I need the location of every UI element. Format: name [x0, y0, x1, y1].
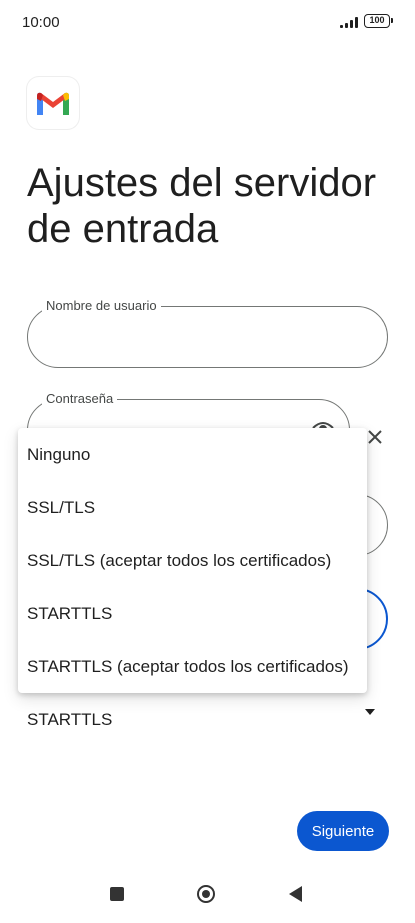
menu-item-ssl-tls-all-certs[interactable]: SSL/TLS (aceptar todos los certificados): [27, 550, 331, 572]
battery-icon: 100: [364, 14, 393, 28]
close-icon[interactable]: [366, 428, 384, 446]
home-icon[interactable]: [197, 885, 215, 903]
menu-item-starttls[interactable]: STARTTLS: [27, 603, 112, 625]
back-icon[interactable]: [289, 886, 302, 902]
menu-item-ssl-tls[interactable]: SSL/TLS: [27, 497, 95, 519]
menu-item-starttls-all-certs[interactable]: STARTTLS (aceptar todos los certificados…: [27, 656, 349, 678]
username-field[interactable]: Nombre de usuario: [27, 298, 388, 368]
menu-item-ninguno[interactable]: Ninguno: [27, 444, 90, 466]
password-label: Contraseña: [42, 391, 118, 407]
status-time: 10:00: [22, 14, 60, 31]
page-title: Ajustes del servidor de entrada: [27, 161, 377, 251]
signal-icon: [340, 16, 360, 28]
gmail-logo-icon: [27, 77, 79, 129]
username-label: Nombre de usuario: [42, 298, 161, 314]
security-type-select[interactable]: STARTTLS: [27, 710, 112, 730]
dropdown-arrow-icon[interactable]: [365, 709, 375, 715]
recent-apps-icon[interactable]: [110, 887, 124, 901]
next-button[interactable]: Siguiente: [297, 811, 389, 851]
security-options-menu: Ninguno SSL/TLS SSL/TLS (aceptar todos l…: [18, 428, 367, 693]
